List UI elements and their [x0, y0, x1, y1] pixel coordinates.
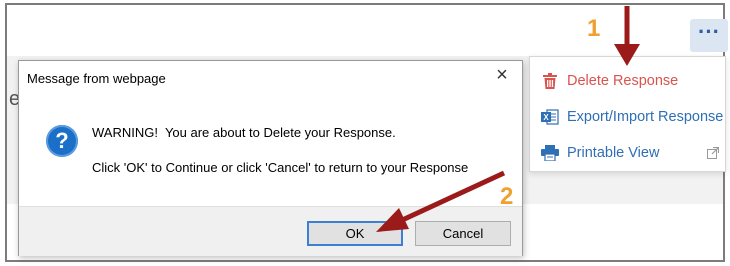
- external-link-icon: [707, 146, 720, 159]
- actions-menu: Delete Response X Export/Import Response: [529, 56, 726, 172]
- dialog-footer: OK Cancel: [19, 206, 522, 256]
- menu-item-label: Export/Import Response: [567, 109, 724, 125]
- svg-text:X: X: [543, 113, 549, 122]
- warning-message: WARNING! You are about to Delete your Re…: [92, 125, 396, 140]
- excel-icon: X: [540, 107, 560, 127]
- trash-icon: [540, 71, 560, 91]
- question-icon: ?: [46, 125, 78, 157]
- step-number-1: 1: [587, 15, 601, 42]
- menu-item-label: Printable View: [567, 145, 660, 161]
- cancel-button[interactable]: Cancel: [415, 221, 511, 246]
- menu-item-export-import-response[interactable]: X Export/Import Response: [530, 102, 727, 132]
- instruction-message: Click 'OK' to Continue or click 'Cancel'…: [92, 160, 469, 175]
- close-icon[interactable]: ×: [492, 65, 512, 85]
- step-number-2: 2: [500, 183, 514, 210]
- more-options-button[interactable]: ···: [690, 19, 728, 52]
- more-horizontal-icon: ···: [698, 18, 720, 44]
- dialog-title: Message from webpage: [27, 71, 166, 86]
- confirm-dialog: Message from webpage × ? WARNING! You ar…: [18, 60, 523, 256]
- menu-item-delete-response[interactable]: Delete Response: [530, 66, 727, 96]
- menu-item-label: Delete Response: [567, 73, 679, 89]
- ok-button[interactable]: OK: [307, 221, 403, 246]
- menu-item-printable-view[interactable]: Printable View: [530, 138, 727, 168]
- printer-icon: [540, 143, 560, 163]
